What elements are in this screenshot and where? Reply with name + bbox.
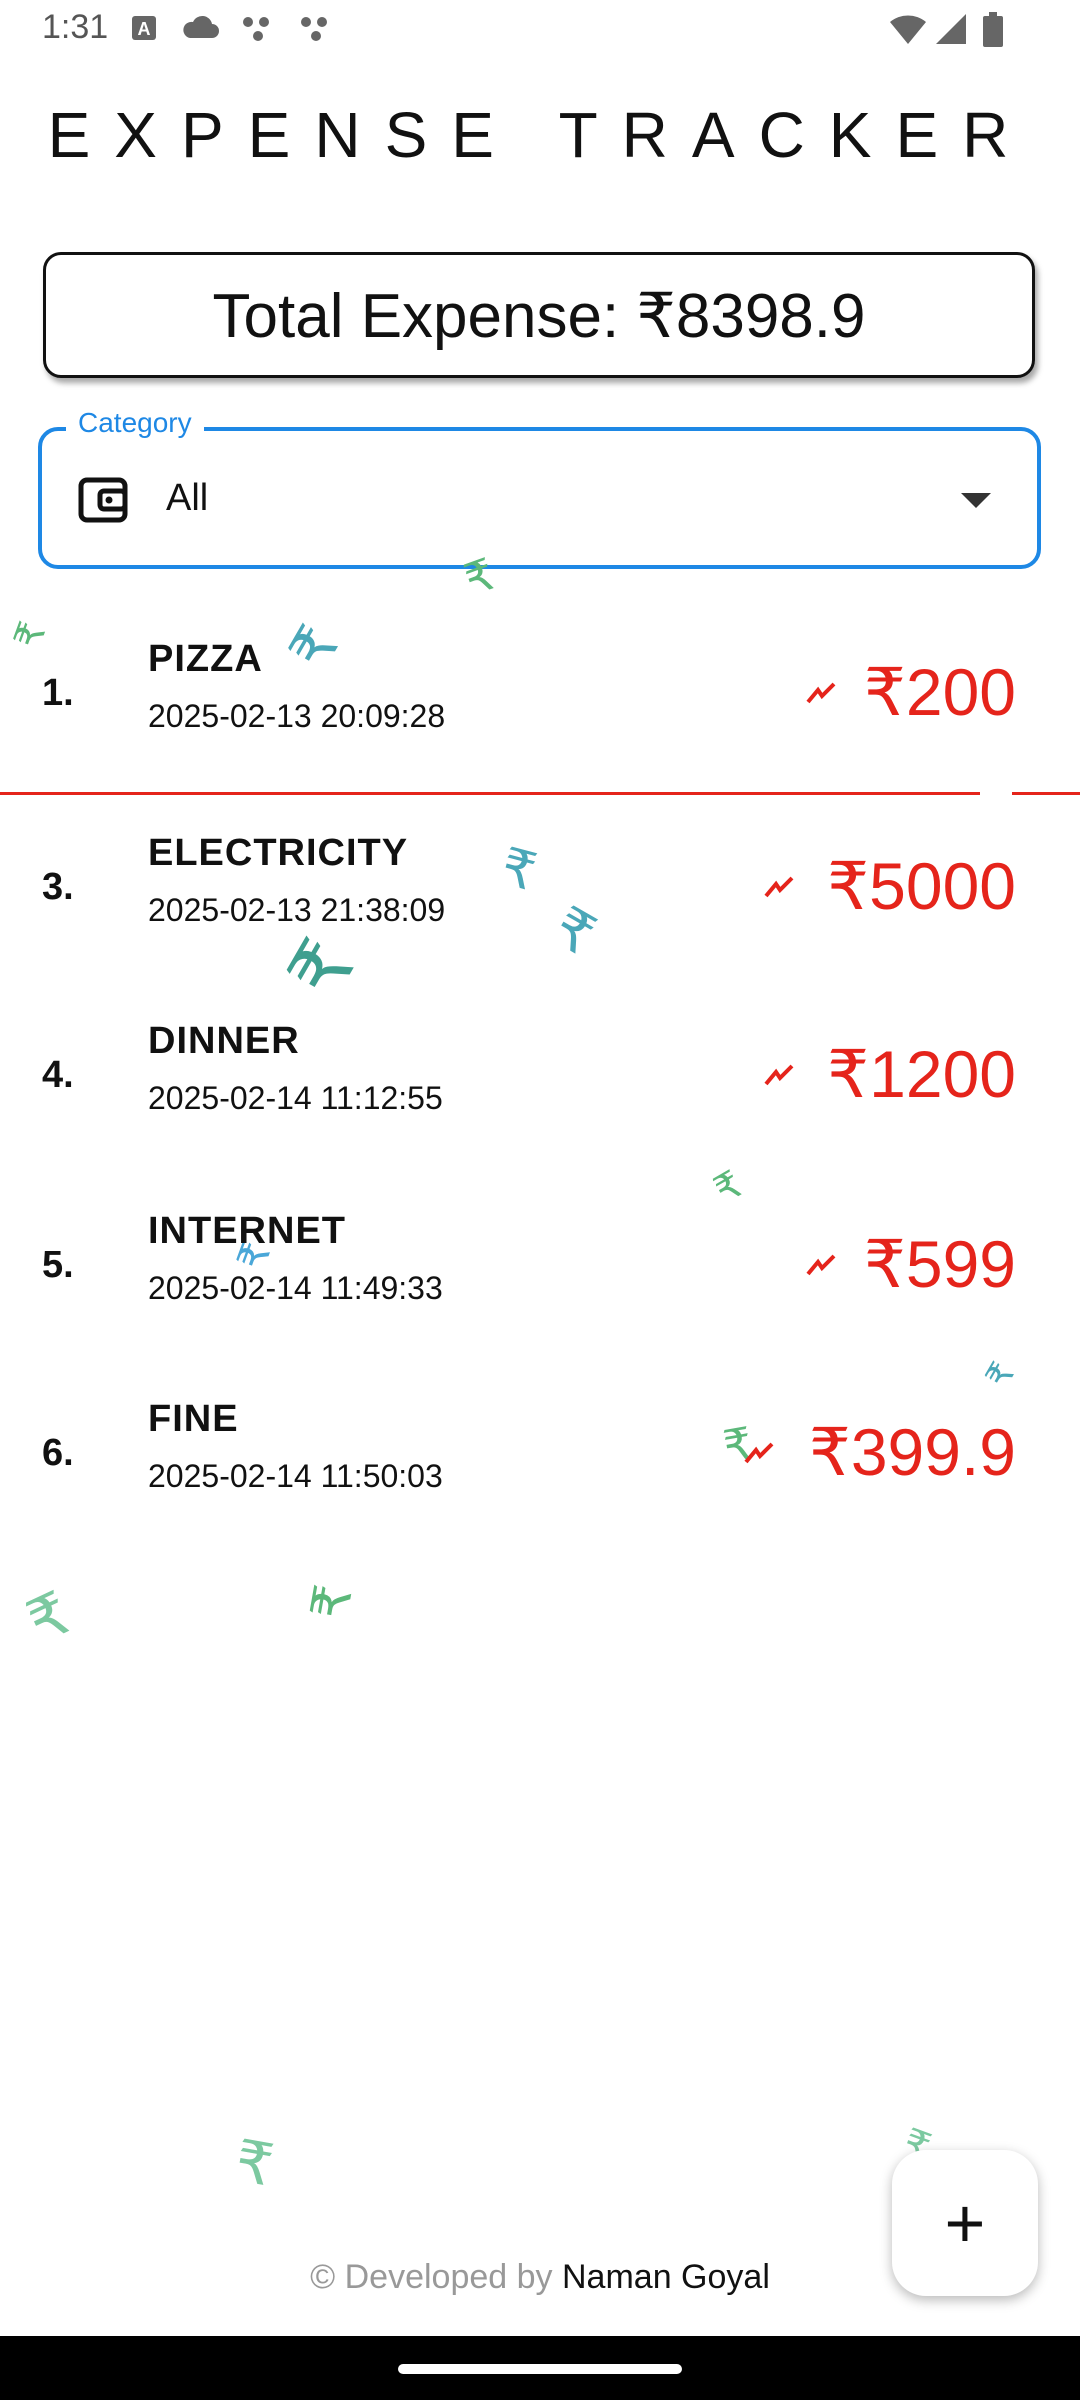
battery-icon [983, 12, 1003, 47]
expense-date: 2025-02-14 11:49:33 [148, 1270, 443, 1306]
rupee-decoration-icon: ₹ [300, 1580, 365, 1624]
expense-amount: ₹399.9 [808, 1415, 1016, 1489]
expense-row[interactable]: 1. PIZZA 2025-02-13 20:09:28 ₹200 [0, 614, 1080, 784]
a-notification-icon: A [132, 16, 156, 40]
home-gesture-handle[interactable] [398, 2364, 682, 2374]
expense-row[interactable]: 4. DINNER 2025-02-14 11:12:55 ₹1200 [0, 996, 1080, 1166]
expense-row[interactable]: 3. ELECTRICITY 2025-02-13 21:38:09 ₹5000 [0, 808, 1080, 978]
cloud-icon [183, 15, 219, 38]
rupee-decoration-icon: ₹ [230, 2126, 279, 2200]
lightning-icon [744, 1442, 774, 1464]
assistant-dots-icon [301, 17, 327, 41]
category-dropdown[interactable]: Category All [38, 407, 1041, 569]
lightning-icon [806, 682, 836, 704]
expense-date: 2025-02-14 11:50:03 [148, 1458, 443, 1494]
footer-credit: © Developed by Naman Goyal [0, 2258, 1080, 2297]
expense-date: 2025-02-13 21:38:09 [148, 892, 446, 928]
lightning-icon [764, 1064, 794, 1086]
status-time: 1:31 [42, 8, 109, 46]
expense-amount: ₹200 [863, 655, 1016, 729]
expense-index: 1. [42, 672, 74, 714]
swipe-divider [0, 792, 980, 795]
lightning-icon [806, 1254, 836, 1276]
wifi-icon [890, 15, 926, 44]
expense-index: 5. [42, 1244, 74, 1286]
footer-author: Naman Goyal [562, 2258, 770, 2296]
footer-prefix: © Developed by [310, 2258, 553, 2296]
expense-date: 2025-02-14 11:12:55 [148, 1080, 443, 1116]
lightning-icon [764, 876, 794, 898]
swipe-divider [1012, 792, 1080, 795]
expense-index: 4. [42, 1054, 74, 1096]
expense-amount: ₹1200 [827, 1037, 1016, 1111]
app-title: EXPENSE TRACKER [47, 99, 1033, 171]
expense-amount: ₹5000 [827, 849, 1016, 923]
category-label: Category [66, 407, 204, 439]
assistant-dots-icon [243, 17, 269, 41]
expense-name: ELECTRICITY [148, 832, 409, 874]
status-bar: 1:31 A [0, 0, 1080, 64]
expense-row[interactable]: 6. FINE 2025-02-14 11:50:03 ₹399.9 [0, 1374, 1080, 1544]
wallet-icon [78, 477, 128, 523]
expense-name: PIZZA [148, 638, 263, 680]
expense-name: FINE [148, 1398, 239, 1440]
expense-index: 3. [42, 866, 74, 908]
rupee-decoration-icon: ₹ [16, 1578, 82, 1658]
expense-index: 6. [42, 1432, 74, 1474]
expense-name: DINNER [148, 1020, 300, 1062]
expense-amount: ₹599 [863, 1227, 1016, 1301]
signal-icon [936, 14, 966, 44]
expense-date: 2025-02-13 20:09:28 [148, 698, 446, 734]
system-nav-bar [0, 2336, 1080, 2400]
chevron-down-icon [961, 493, 991, 508]
category-selected-value: All [166, 477, 209, 519]
expense-name: INTERNET [148, 1210, 346, 1252]
svg-text:A: A [138, 19, 151, 39]
app-screen: 1:31 A EXPENSE TRACKER Total Expense: ₹8… [0, 0, 1080, 2400]
expense-row[interactable]: 5. INTERNET 2025-02-14 11:49:33 ₹599 [0, 1186, 1080, 1356]
total-expense-card: Total Expense: ₹8398.9 [43, 252, 1035, 378]
